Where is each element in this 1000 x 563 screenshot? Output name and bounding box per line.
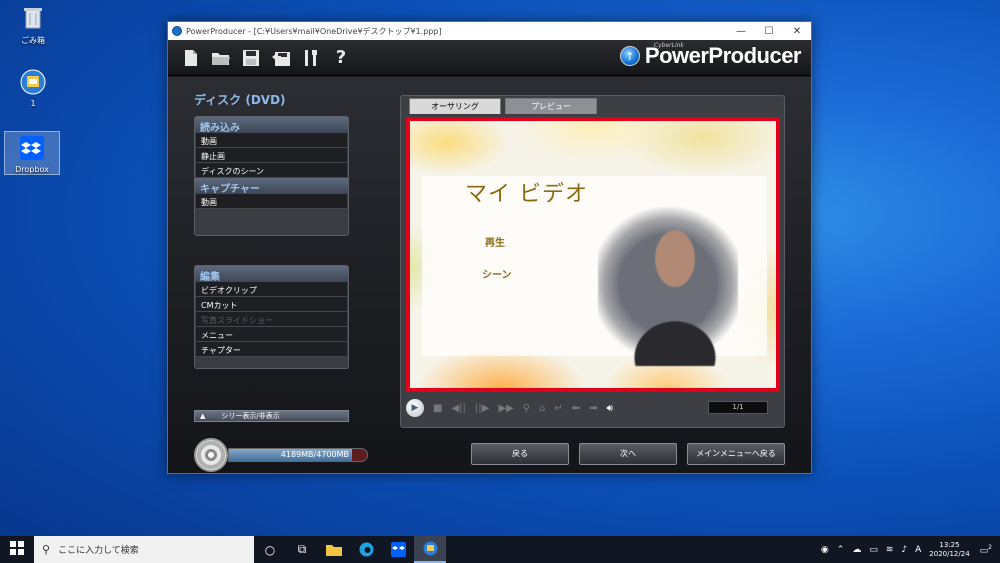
- new-file-icon[interactable]: [176, 45, 206, 71]
- dropbox-icon: [18, 134, 46, 162]
- stop-icon[interactable]: ■: [433, 403, 442, 414]
- help-icon[interactable]: ?: [326, 45, 356, 71]
- clock-time: 13:25: [939, 540, 960, 549]
- save-icon[interactable]: [236, 45, 266, 71]
- import-panel: 読み込み 動画 静止画 ディスクのシーン キャプチャー 動画: [194, 116, 349, 236]
- step-back-icon[interactable]: ◀||: [451, 403, 465, 414]
- dropbox-taskbar-icon[interactable]: [382, 536, 414, 563]
- powerproducer-logo: ↑ CyberLink PowerProducer: [619, 42, 802, 69]
- recycle-bin-icon: [19, 4, 47, 32]
- notification-count: 2: [988, 543, 992, 551]
- notification-icon[interactable]: ▭2: [980, 544, 992, 556]
- disc-icon: [194, 438, 228, 472]
- capacity-text: 4189MB/4700MB: [280, 450, 349, 459]
- tools-icon[interactable]: [296, 45, 326, 71]
- ime-indicator[interactable]: A: [915, 545, 921, 555]
- file-explorer-icon[interactable]: [318, 536, 350, 563]
- maximize-button[interactable]: ☐: [755, 26, 783, 37]
- person-icon[interactable]: ⚲: [523, 403, 530, 414]
- main-menu-button[interactable]: メインメニューへ戻る: [687, 443, 785, 465]
- edit-menu[interactable]: メニュー: [196, 327, 347, 342]
- search-icon: ⚲: [42, 543, 51, 556]
- workspace: ディスク (DVD) 読み込み 動画 静止画 ディスクのシーン キャプチャー 動…: [168, 77, 811, 473]
- edge-icon[interactable]: [350, 536, 382, 563]
- edit-panel: 編集 ビデオクリップ CMカット 写真スライドショー メニュー チャプター: [194, 265, 349, 369]
- edit-header: 編集: [195, 266, 348, 283]
- logo-icon: ↑: [619, 46, 640, 66]
- title-bar[interactable]: PowerProducer - [C:¥Users¥mail¥OneDrive¥…: [168, 22, 811, 40]
- user-icon[interactable]: ◉: [821, 545, 829, 555]
- start-button[interactable]: [0, 540, 34, 559]
- import-disc-scene[interactable]: ディスクのシーン: [196, 163, 347, 178]
- arrow-right-icon[interactable]: ➡: [589, 403, 597, 414]
- clock[interactable]: 13:25 2020/12/24: [929, 541, 969, 559]
- powerproducer-file-icon: [19, 68, 47, 96]
- series-toggle-label: シリー表示/非表示: [221, 412, 280, 420]
- powerproducer-taskbar-icon[interactable]: [414, 536, 446, 563]
- menu-item-play[interactable]: 再生: [485, 234, 505, 249]
- capture-header: キャプチャー: [195, 178, 348, 195]
- main-toolbar: ? ↑ CyberLink PowerProducer: [168, 40, 811, 76]
- search-placeholder: ここに入力して検索: [58, 546, 139, 556]
- player-controls: ▶ ■ ◀|| ||▶ ▶▶ ⚲ ⌂ ↵ ⬅ ➡ 🔊︎ 1/1: [406, 399, 780, 417]
- minimize-button[interactable]: —: [727, 26, 755, 37]
- cortana-icon[interactable]: ○: [254, 536, 286, 563]
- system-tray: ◉ ⌃ ☁ ▭ ≋ ♪ A 13:25 2020/12/24 ▭2: [821, 536, 1000, 563]
- windows-icon: [10, 540, 24, 555]
- open-folder-icon[interactable]: [206, 45, 236, 71]
- play-icon[interactable]: ▶: [406, 399, 424, 417]
- desktop-icon-label: Dropbox: [15, 165, 49, 174]
- cloud-icon[interactable]: ☁: [852, 545, 861, 555]
- back-button[interactable]: 戻る: [471, 443, 569, 465]
- battery-icon[interactable]: ▭: [869, 545, 878, 555]
- edit-photo-slideshow: 写真スライドショー: [196, 312, 347, 327]
- desktop-icon-label: 1: [30, 99, 36, 108]
- clock-date: 2020/12/24: [929, 549, 970, 558]
- return-icon[interactable]: ↵: [554, 403, 562, 414]
- taskbar: ⚲ ここに入力して検索 ○ ⧉ ◉ ⌃ ☁ ▭ ≋ ♪ A 13:25 2020…: [0, 536, 1000, 563]
- taskbar-search[interactable]: ⚲ ここに入力して検索: [34, 536, 254, 563]
- preview-panel: オーサリング プレビュー マイ ビデオ 再生 シーン ▶ ■ ◀|| ||▶ ▶…: [400, 95, 785, 428]
- save-as-icon[interactable]: [266, 45, 296, 71]
- arrow-left-icon[interactable]: ⬅: [572, 403, 580, 414]
- task-view-icon[interactable]: ⧉: [286, 536, 318, 563]
- menu-photo: [598, 201, 738, 366]
- capture-video[interactable]: 動画: [196, 194, 347, 209]
- window-title: PowerProducer - [C:¥Users¥mail¥OneDrive¥…: [186, 26, 442, 36]
- page-indicator: 1/1: [708, 401, 768, 414]
- series-toggle-button[interactable]: ▲ シリー表示/非表示: [194, 410, 349, 422]
- edit-chapter[interactable]: チャプター: [196, 342, 347, 357]
- menu-preview-canvas: マイ ビデオ 再生 シーン: [406, 117, 780, 392]
- wifi-icon[interactable]: ≋: [886, 545, 894, 555]
- desktop-icon-recycle-bin[interactable]: ごみ箱: [5, 4, 61, 46]
- edit-cm-cut[interactable]: CMカット: [196, 297, 347, 312]
- close-button[interactable]: ✕: [783, 26, 811, 37]
- import-still-image[interactable]: 静止画: [196, 148, 347, 163]
- import-video[interactable]: 動画: [196, 133, 347, 148]
- menu-item-scene[interactable]: シーン: [482, 266, 512, 281]
- desktop-icon-label: ごみ箱: [21, 36, 45, 45]
- section-title: ディスク (DVD): [194, 93, 286, 107]
- powerproducer-window: PowerProducer - [C:¥Users¥mail¥OneDrive¥…: [167, 21, 812, 474]
- speaker-icon[interactable]: ♪: [901, 545, 907, 555]
- menu-title[interactable]: マイ ビデオ: [465, 176, 588, 208]
- triangle-up-icon: ▲: [200, 412, 206, 420]
- edit-video-clip[interactable]: ビデオクリップ: [196, 282, 347, 297]
- volume-icon[interactable]: 🔊︎: [607, 403, 613, 414]
- desktop-icon-dropbox[interactable]: Dropbox: [4, 131, 60, 175]
- fast-forward-icon[interactable]: ▶▶: [498, 403, 513, 414]
- import-header: 読み込み: [195, 117, 348, 134]
- step-forward-icon[interactable]: ||▶: [475, 403, 489, 414]
- show-hidden-icons-icon[interactable]: ⌃: [837, 545, 845, 555]
- next-button[interactable]: 次へ: [579, 443, 677, 465]
- app-icon: [172, 26, 182, 36]
- home-icon[interactable]: ⌂: [539, 403, 545, 414]
- brand-cyberlink: CyberLink: [653, 42, 684, 49]
- tab-preview[interactable]: プレビュー: [505, 98, 597, 114]
- capacity-bar: 4189MB/4700MB: [228, 448, 368, 462]
- desktop-icon-project-file[interactable]: 1: [5, 68, 61, 108]
- tab-authoring[interactable]: オーサリング: [409, 98, 501, 114]
